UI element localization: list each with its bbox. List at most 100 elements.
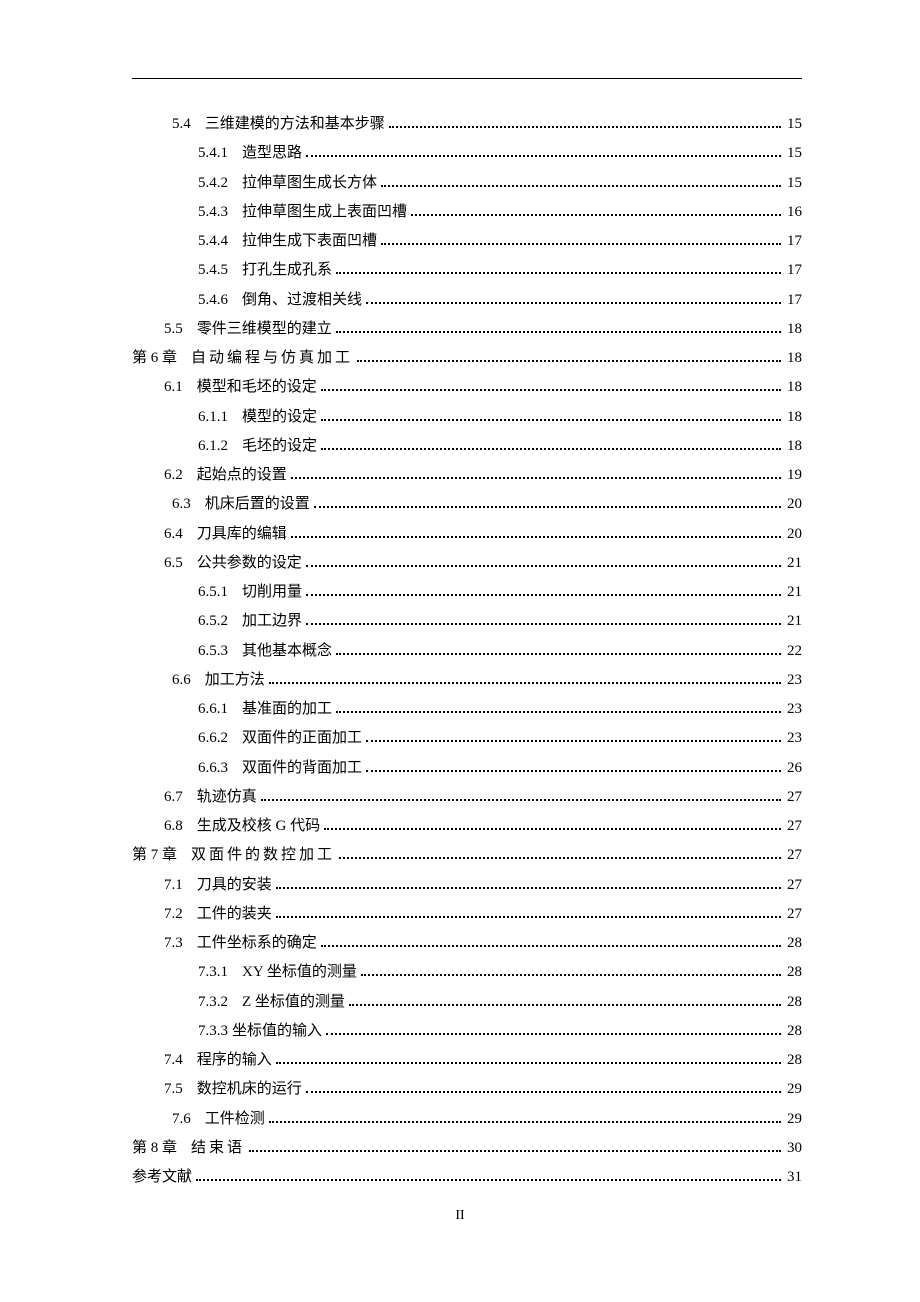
toc-entry-title: 拉伸生成下表面凹槽 [242,232,377,251]
toc-entry: 6.5.2加工边界21 [132,612,802,631]
toc-leader-dots [336,646,781,655]
toc-entry-page: 17 [787,232,802,251]
toc-entry-title: 双面件的正面加工 [242,729,362,748]
toc-entry-number: 第 7 章 [132,846,177,865]
toc-entry-page: 29 [787,1110,802,1129]
toc-entry-page: 15 [787,174,802,193]
toc-entry-title: 三维建模的方法和基本步骤 [205,115,385,134]
toc-entry: 5.4.6倒角、过渡相关线17 [132,291,802,310]
toc-entry-title: 拉伸草图生成长方体 [242,174,377,193]
toc-entry-title: 基准面的加工 [242,700,332,719]
toc-entry-title: 公共参数的设定 [197,554,302,573]
page-number: II [455,1208,464,1223]
toc-leader-dots [389,119,781,128]
toc-entry-title: 加工边界 [242,612,302,631]
toc-entry: 6.4刀具库的编辑20 [132,525,802,544]
toc-entry-title: 生成及校核 G 代码 [197,817,320,836]
toc-entry-title: 自动编程与仿真加工 [191,349,353,368]
toc-leader-dots [321,938,781,947]
toc-entry: 第 7 章双面件的数控加工27 [132,846,802,865]
toc-entry-page: 27 [787,905,802,924]
toc-entry: 7.3 工件坐标系的确定 28 [132,934,802,953]
toc-leader-dots [261,792,781,801]
toc-entry-page: 27 [787,876,802,895]
toc-entry-title: 起始点的设置 [197,466,287,485]
toc-entry: 7.3.1XY 坐标值的测量28 [132,963,802,982]
toc-entry: 6.5.1切削用量21 [132,583,802,602]
toc-entry-page: 28 [787,993,802,1012]
toc-entry: 第 6 章自动编程与仿真加工18 [132,349,802,368]
toc-entry-page: 23 [787,671,802,690]
toc-entry: 6.8生成及校核 G 代码27 [132,817,802,836]
toc-leader-dots [381,236,781,245]
toc-entry-page: 17 [787,291,802,310]
toc-leader-dots [361,967,781,976]
toc-entry-page: 28 [787,934,802,953]
toc-leader-dots [249,1143,781,1152]
toc-leader-dots [306,1084,781,1093]
toc-entry-title: 程序的输入 [197,1051,272,1070]
toc-entry-number: 5.4 [172,115,191,134]
toc-entry-number: 第 6 章 [132,349,177,368]
toc-entry-page: 21 [787,612,802,631]
toc-entry-number: 7.5 [164,1080,183,1099]
toc-entry-number: 7.3.1 [198,963,228,982]
toc-entry-page: 26 [787,759,802,778]
toc-leader-dots [336,265,781,274]
toc-leader-dots [196,1172,781,1181]
toc-entry-page: 23 [787,700,802,719]
toc-entry-title: 毛坯的设定 [242,437,317,456]
toc-leader-dots [324,821,781,830]
toc-entry: 5.4.4拉伸生成下表面凹槽17 [132,232,802,251]
toc-leader-dots [306,148,781,157]
toc-entry: 5.4.1造型思路15 [132,144,802,163]
toc-entry-page: 18 [787,320,802,339]
toc-leader-dots [269,1114,781,1123]
toc-leader-dots [269,675,781,684]
toc-entry-page: 16 [787,203,802,222]
toc-leader-dots [366,733,781,742]
toc-leader-dots [306,616,781,625]
toc-entry: 7.3.2Z 坐标值的测量28 [132,993,802,1012]
toc-entry-title: 零件三维模型的建立 [197,320,332,339]
toc-entry: 6.6.2双面件的正面加工23 [132,729,802,748]
toc-entry-title: 参考文献 [132,1168,192,1187]
toc-entry-title: 坐标值的输入 [232,1022,322,1041]
toc-entry-title: 结束语 [191,1139,245,1158]
toc-entry-number: 6.5.3 [198,642,228,661]
toc-entry-number: 6.1 [164,378,183,397]
toc-entry: 6.6.1基准面的加工23 [132,700,802,719]
toc-entry-page: 27 [787,817,802,836]
toc-entry-number: 6.6.3 [198,759,228,778]
toc-entry-page: 20 [787,525,802,544]
toc-entry: 7.2工件的装夹27 [132,905,802,924]
toc-entry-page: 21 [787,554,802,573]
toc-entry-number: 5.5 [164,320,183,339]
toc-leader-dots [336,324,781,333]
toc-entry-title: 工件的装夹 [197,905,272,924]
toc-entry-number: 6.1.2 [198,437,228,456]
toc-entry-number: 7.3.3 [198,1022,228,1041]
toc-leader-dots [349,997,781,1006]
toc-entry-title: 刀具库的编辑 [197,525,287,544]
toc-entry-number: 6.6 [172,671,191,690]
toc-entry-number: 7.3 [164,934,183,953]
toc-entry-title: 切削用量 [242,583,302,602]
toc-entry-number: 5.4.3 [198,203,228,222]
toc-page: 5.4三维建模的方法和基本步骤155.4.1造型思路155.4.2拉伸草图生成长… [0,0,920,1187]
toc-entry-title: 工件坐标系的确定 [197,934,317,953]
toc-entry: 6.2起始点的设置19 [132,466,802,485]
toc-entry-title: 造型思路 [242,144,302,163]
toc-entry: 6.1.1模型的设定18 [132,408,802,427]
toc-entry-page: 29 [787,1080,802,1099]
toc-entry-page: 28 [787,963,802,982]
toc-entry-page: 21 [787,583,802,602]
toc-entry-page: 18 [787,408,802,427]
toc-leader-dots [306,558,781,567]
toc-entry-title: 加工方法 [205,671,265,690]
toc-entry-title: 刀具的安装 [197,876,272,895]
toc-entry-number: 7.3.2 [198,993,228,1012]
toc-entry-page: 27 [787,788,802,807]
toc-entry: 5.4.3拉伸草图生成上表面凹槽16 [132,203,802,222]
toc-entry: 6.1.2毛坯的设定18 [132,437,802,456]
